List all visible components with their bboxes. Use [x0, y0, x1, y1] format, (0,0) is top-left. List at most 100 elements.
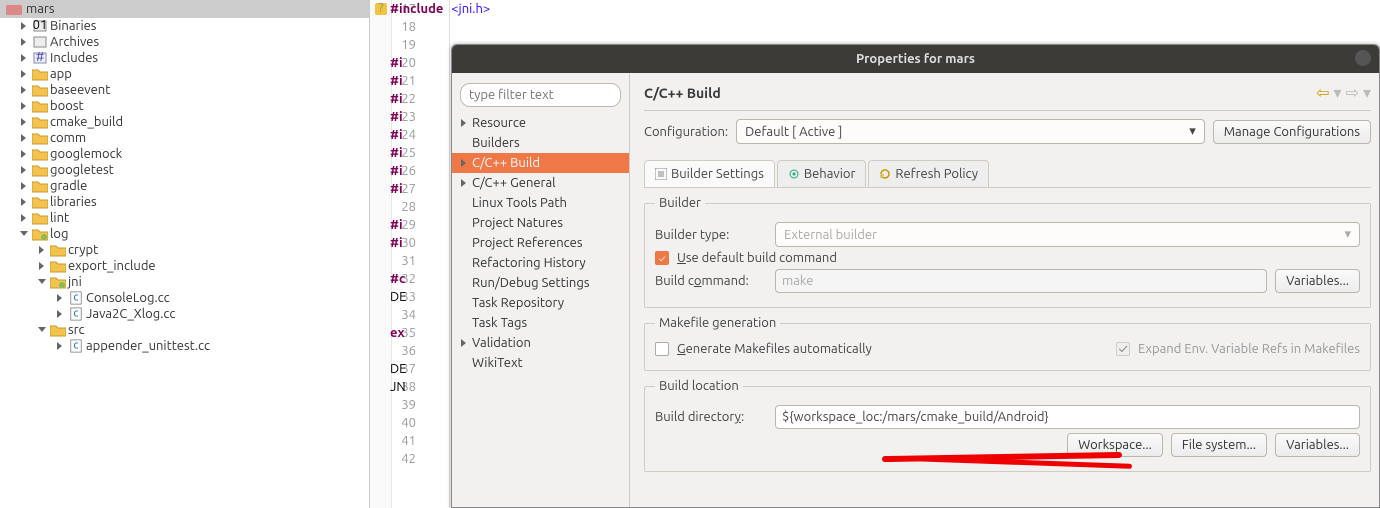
filter-input[interactable]: [460, 83, 621, 107]
tree-folder-baseevent[interactable]: baseevent: [0, 82, 369, 98]
nav-item-task-tags[interactable]: Task Tags: [452, 313, 629, 333]
expand-icon[interactable]: [54, 308, 66, 320]
nav-item-task-repository[interactable]: Task Repository: [452, 293, 629, 313]
back-icon[interactable]: ⇦: [1316, 83, 1329, 102]
variables-button-2[interactable]: Variables...: [1275, 433, 1360, 457]
filesystem-button[interactable]: File system...: [1171, 433, 1267, 457]
tree-folder-lint[interactable]: lint: [0, 210, 369, 226]
tree-folder-googlemock[interactable]: googlemock: [0, 146, 369, 162]
expand-icon[interactable]: [54, 292, 66, 304]
tree-folder-src[interactable]: src: [0, 322, 369, 338]
expand-icon[interactable]: [18, 36, 30, 48]
generate-makefiles-checkbox[interactable]: [655, 342, 669, 356]
chevron-down-icon: ▾: [1344, 227, 1351, 242]
tab-bar: Builder Settings Behavior Refresh Policy: [644, 160, 1371, 188]
expand-icon[interactable]: [18, 84, 30, 96]
gear-icon: [788, 168, 800, 180]
project-root-row[interactable]: mars: [0, 0, 369, 18]
code-line: #include <jni.h>: [390, 0, 460, 18]
nav-item-c-c-build[interactable]: C/C++ Build: [452, 153, 629, 173]
nav-item-validation[interactable]: Validation: [452, 333, 629, 353]
expand-icon[interactable]: [458, 157, 470, 169]
tab-refresh-policy[interactable]: Refresh Policy: [868, 160, 989, 187]
svg-text:?: ?: [378, 3, 383, 15]
nav-item-project-references[interactable]: Project References: [452, 233, 629, 253]
tree-folder-libraries[interactable]: libraries: [0, 194, 369, 210]
dialog-titlebar[interactable]: Properties for mars: [452, 45, 1379, 73]
tree-file[interactable]: cJava2C_Xlog.cc: [0, 306, 369, 322]
expand-icon[interactable]: [18, 196, 30, 208]
tree-binaries[interactable]: 01Binaries: [0, 18, 369, 34]
nav-item-project-natures[interactable]: Project Natures: [452, 213, 629, 233]
expand-icon[interactable]: [18, 100, 30, 112]
builder-type-select[interactable]: External builder ▾: [775, 222, 1360, 247]
use-default-build-checkbox[interactable]: [655, 251, 669, 265]
nav-item-resource[interactable]: Resource: [452, 113, 629, 133]
tree-folder-app[interactable]: app: [0, 66, 369, 82]
tab-behavior[interactable]: Behavior: [777, 160, 867, 187]
expand-icon[interactable]: [18, 52, 30, 64]
build-directory-input[interactable]: [775, 405, 1360, 429]
tree-file[interactable]: cConsoleLog.cc: [0, 290, 369, 306]
workspace-button[interactable]: Workspace...: [1067, 433, 1163, 457]
line-number: 41: [392, 432, 416, 450]
expand-icon[interactable]: [18, 116, 30, 128]
project-root-label: mars: [26, 2, 54, 16]
nav-item-run-debug-settings[interactable]: Run/Debug Settings: [452, 273, 629, 293]
nav-item-linux-tools-path[interactable]: Linux Tools Path: [452, 193, 629, 213]
svg-text:c: c: [73, 307, 79, 320]
tree-folder-log[interactable]: log: [0, 226, 369, 242]
expand-icon[interactable]: [18, 228, 30, 240]
expand-env-checkbox: ✓: [1116, 342, 1130, 356]
build-directory-label: Build directory:: [655, 410, 767, 424]
line-number: 42: [392, 450, 416, 468]
project-explorer: mars 01BinariesArchives#Includesappbasee…: [0, 0, 370, 508]
expand-icon[interactable]: [458, 337, 470, 349]
expand-icon[interactable]: [18, 20, 30, 32]
code-area[interactable]: #include <jni.h> #i #i #i #i #i #i #i #i…: [390, 0, 460, 396]
chevron-down-icon: ▾: [1189, 124, 1196, 139]
nav-item-c-c-general[interactable]: C/C++ General: [452, 173, 629, 193]
expand-icon[interactable]: [54, 340, 66, 352]
nav-item-wikitext[interactable]: WikiText: [452, 353, 629, 373]
expand-icon[interactable]: [458, 177, 470, 189]
expand-icon[interactable]: [36, 276, 48, 288]
expand-icon[interactable]: [458, 117, 470, 129]
list-icon: [655, 168, 667, 180]
expand-icon[interactable]: [18, 148, 30, 160]
expand-icon[interactable]: [18, 132, 30, 144]
manage-configurations-button[interactable]: Manage Configurations: [1213, 120, 1371, 144]
expand-icon[interactable]: [18, 164, 30, 176]
expand-icon[interactable]: [18, 212, 30, 224]
expand-icon[interactable]: [18, 68, 30, 80]
expand-icon[interactable]: [18, 180, 30, 192]
tree-archives[interactable]: Archives: [0, 34, 369, 50]
tree-folder-jni[interactable]: jni: [0, 274, 369, 290]
configuration-label: Configuration:: [644, 125, 728, 139]
expand-icon[interactable]: [36, 324, 48, 336]
variables-button[interactable]: Variables...: [1275, 269, 1360, 293]
tree-file[interactable]: cappender_unittest.cc: [0, 338, 369, 354]
tree-folder-export_include[interactable]: export_include: [0, 258, 369, 274]
builder-group: Builder Builder type: External builder ▾…: [644, 196, 1371, 308]
expand-icon[interactable]: [36, 260, 48, 272]
tree-folder-comm[interactable]: comm: [0, 130, 369, 146]
close-icon[interactable]: [1355, 50, 1371, 66]
tree-folder-cmake_build[interactable]: cmake_build: [0, 114, 369, 130]
configuration-select[interactable]: Default [ Active ] ▾: [736, 119, 1205, 144]
dialog-title: Properties for mars: [856, 52, 975, 66]
svg-text:01: 01: [33, 19, 48, 32]
tab-builder-settings[interactable]: Builder Settings: [644, 160, 775, 187]
nav-item-refactoring-history[interactable]: Refactoring History: [452, 253, 629, 273]
tree-folder-gradle[interactable]: gradle: [0, 178, 369, 194]
expand-icon[interactable]: [36, 244, 48, 256]
page-title: C/C++ Build: [644, 85, 721, 101]
warning-glyph: ?: [370, 0, 391, 18]
tree-includes[interactable]: #Includes: [0, 50, 369, 66]
svg-text:c: c: [73, 291, 79, 304]
tree-folder-googletest[interactable]: googletest: [0, 162, 369, 178]
tree-folder-crypt[interactable]: crypt: [0, 242, 369, 258]
line-number: 39: [392, 396, 416, 414]
tree-folder-boost[interactable]: boost: [0, 98, 369, 114]
nav-item-builders[interactable]: Builders: [452, 133, 629, 153]
